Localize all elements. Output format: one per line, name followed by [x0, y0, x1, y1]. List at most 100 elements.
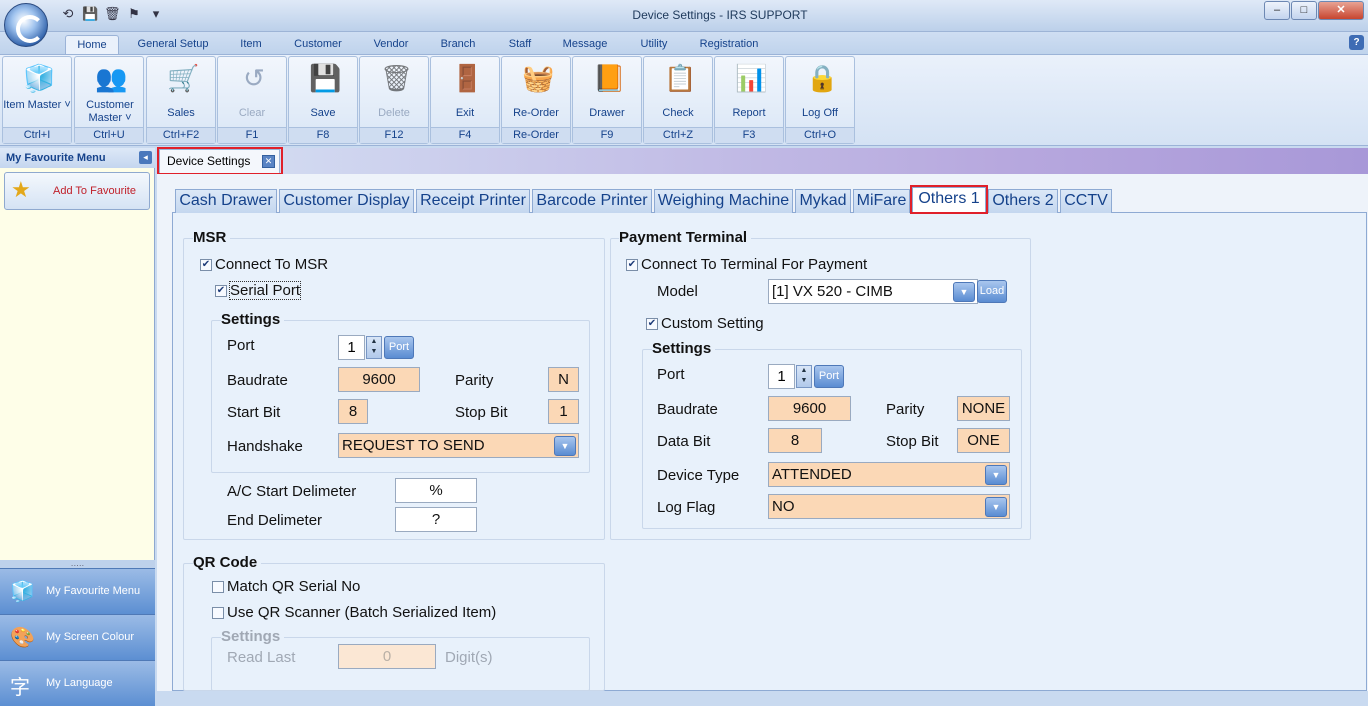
load-button[interactable]: Load — [977, 280, 1007, 303]
customer-icon: 👥 — [95, 63, 128, 93]
help-icon[interactable]: ? — [1349, 35, 1364, 50]
spin-up-icon[interactable]: ▲ — [371, 338, 378, 345]
dropdown-arrow-icon[interactable]: ▼ — [554, 436, 576, 456]
msr-baudrate-field[interactable]: 9600 — [338, 367, 420, 392]
trash-icon[interactable]: 🗑 — [104, 6, 121, 22]
spin-arrows-icon[interactable]: ▲ ▼ — [366, 336, 382, 359]
dropdown-arrow-icon[interactable]: ▼ — [953, 282, 975, 302]
payment-data-bit-label: Data Bit — [657, 433, 711, 450]
tab-customer[interactable]: Customer — [287, 35, 349, 54]
item-master-button[interactable]: 🧊 Item Master ˅ Ctrl+I — [2, 56, 72, 144]
connect-terminal-checkbox[interactable] — [626, 259, 638, 271]
use-qr-scanner-checkbox[interactable] — [212, 607, 224, 619]
tab-cash-drawer[interactable]: Cash Drawer — [175, 189, 277, 213]
tab-vendor[interactable]: Vendor — [364, 35, 418, 54]
minimize-button[interactable]: – — [1264, 1, 1290, 20]
close-button[interactable]: ✕ — [1318, 1, 1364, 20]
tab-receipt-printer[interactable]: Receipt Printer — [416, 189, 530, 213]
favourite-menu-icon: 🧊 — [10, 581, 35, 603]
payment-port-button[interactable]: Port — [814, 365, 844, 388]
app-orb-button[interactable] — [4, 3, 48, 47]
highlight-box — [157, 147, 283, 175]
tab-branch[interactable]: Branch — [432, 35, 484, 54]
maximize-button[interactable]: □ — [1291, 1, 1317, 20]
panel-splitter[interactable]: ․․․․․ — [0, 560, 155, 568]
nav-my-screen-colour[interactable]: 🎨 My Screen Colour — [0, 614, 155, 660]
log-flag-select[interactable]: NO ▼ — [768, 494, 1010, 519]
ribbon-label: Exit — [455, 107, 475, 119]
save-button[interactable]: 💾 Save F8 — [288, 56, 358, 144]
msr-start-bit-field[interactable]: 8 — [338, 399, 368, 424]
payment-data-bit-field[interactable]: 8 — [768, 428, 822, 453]
spin-down-icon[interactable]: ▼ — [371, 348, 378, 355]
log-off-button[interactable]: 🔒 Log Off Ctrl+O — [785, 56, 855, 144]
reorder-button[interactable]: 🧺 Re-Order Re-Order — [501, 56, 571, 144]
spin-up-icon[interactable]: ▲ — [801, 367, 808, 374]
payment-stop-bit-field[interactable]: ONE — [957, 428, 1010, 453]
end-delimeter-field[interactable]: ? — [395, 507, 477, 532]
msr-handshake-select[interactable]: REQUEST TO SEND ▼ — [338, 433, 579, 458]
log-flag-label: Log Flag — [657, 499, 716, 516]
payment-baudrate-label: Baudrate — [657, 401, 718, 418]
payment-port-spinner[interactable]: 1 ▲ ▼ Port — [768, 364, 848, 389]
add-to-favourite-button[interactable]: ★ Add To Favourite — [4, 172, 150, 210]
tab-utility[interactable]: Utility — [631, 35, 677, 54]
tab-registration[interactable]: Registration — [693, 35, 765, 54]
ribbon-shortcut: F12 — [360, 127, 428, 143]
clear-button[interactable]: ↺ Clear F1 — [217, 56, 287, 144]
customer-master-button[interactable]: 👥 Customer Master ˅ Ctrl+U — [74, 56, 144, 144]
payment-parity-field[interactable]: NONE — [957, 396, 1010, 421]
msr-port-value[interactable]: 1 — [338, 335, 365, 360]
collapse-panel-icon[interactable]: ◂ — [139, 151, 152, 164]
tab-item[interactable]: Item — [230, 35, 272, 54]
tab-others-2[interactable]: Others 2 — [988, 189, 1058, 213]
msr-stop-bit-field[interactable]: 1 — [548, 399, 579, 424]
tab-barcode-printer[interactable]: Barcode Printer — [532, 189, 652, 213]
custom-setting-checkbox[interactable] — [646, 318, 658, 330]
exit-button[interactable]: 🚪 Exit F4 — [430, 56, 500, 144]
model-select[interactable]: [1] VX 520 - CIMB ▼ — [768, 279, 978, 304]
read-last-field[interactable]: 0 — [338, 644, 436, 669]
tab-customer-display[interactable]: Customer Display — [279, 189, 414, 213]
save-icon[interactable]: 💾 — [82, 6, 98, 22]
ribbon-shortcut: F9 — [573, 127, 641, 143]
sales-button[interactable]: 🛒 Sales Ctrl+F2 — [146, 56, 216, 144]
ac-start-delimeter-field[interactable]: % — [395, 478, 477, 503]
report-button[interactable]: 📊 Report F3 — [714, 56, 784, 144]
ribbon-shortcut: Ctrl+O — [786, 127, 854, 143]
delete-button[interactable]: 🗑 Delete F12 — [359, 56, 429, 144]
tab-staff[interactable]: Staff — [500, 35, 540, 54]
drawer-button[interactable]: 📙 Drawer F9 — [572, 56, 642, 144]
device-type-select[interactable]: ATTENDED ▼ — [768, 462, 1010, 487]
check-button[interactable]: 📋 Check Ctrl+Z — [643, 56, 713, 144]
spin-arrows-icon[interactable]: ▲ ▼ — [796, 365, 812, 388]
tab-mykad[interactable]: Mykad — [795, 189, 851, 213]
msr-port-button[interactable]: Port — [384, 336, 414, 359]
tab-weighing-machine[interactable]: Weighing Machine — [654, 189, 793, 213]
dropdown-icon[interactable]: ▾ — [148, 6, 164, 22]
flag-icon[interactable]: ⚑ — [126, 6, 142, 22]
msr-title: MSR — [193, 229, 231, 246]
msr-parity-field[interactable]: N — [548, 367, 579, 392]
dropdown-arrow-icon[interactable]: ▼ — [985, 497, 1007, 517]
connect-msr-checkbox[interactable] — [200, 259, 212, 271]
tab-cctv[interactable]: CCTV — [1060, 189, 1112, 213]
msr-port-label: Port — [227, 337, 255, 354]
undo-icon[interactable]: ⟲ — [60, 6, 76, 22]
dropdown-arrow-icon[interactable]: ▼ — [985, 465, 1007, 485]
nav-my-favourite-menu[interactable]: 🧊 My Favourite Menu — [0, 568, 155, 614]
payment-port-value[interactable]: 1 — [768, 364, 795, 389]
exit-door-icon: 🚪 — [451, 63, 484, 93]
nav-my-language[interactable]: 字 My Language — [0, 660, 155, 706]
payment-stop-bit-label: Stop Bit — [886, 433, 939, 450]
match-qr-serial-checkbox[interactable] — [212, 581, 224, 593]
tab-home[interactable]: Home — [65, 35, 119, 54]
highlight-box — [910, 185, 988, 214]
tab-mifare[interactable]: MiFare — [853, 189, 910, 213]
tab-message[interactable]: Message — [556, 35, 614, 54]
msr-port-spinner[interactable]: 1 ▲ ▼ Port — [338, 335, 418, 360]
tab-general-setup[interactable]: General Setup — [131, 35, 215, 54]
serial-port-checkbox[interactable] — [215, 285, 227, 297]
payment-baudrate-field[interactable]: 9600 — [768, 396, 851, 421]
spin-down-icon[interactable]: ▼ — [801, 377, 808, 384]
